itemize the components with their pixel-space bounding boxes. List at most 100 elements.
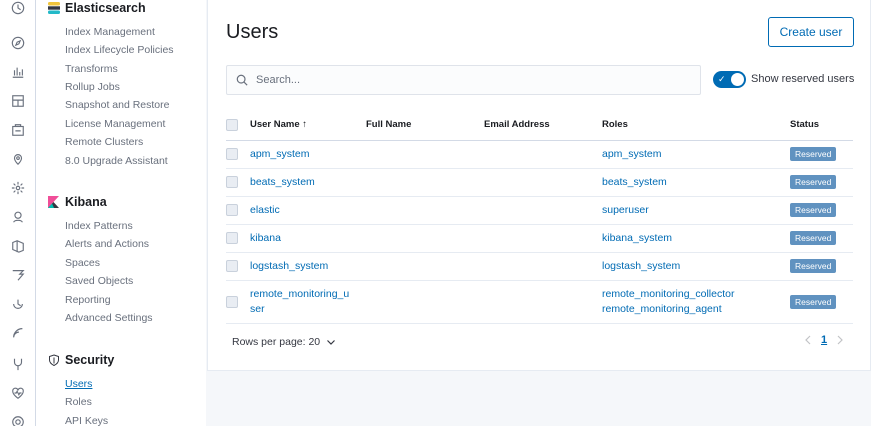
- sort-ascending-icon: ↑: [302, 119, 308, 131]
- page-title: Users: [226, 21, 279, 43]
- role-link[interactable]: superuser: [602, 203, 790, 218]
- nav-item-users[interactable]: Users: [65, 378, 92, 390]
- users-panel: Users Create user ✓ Show reserved users …: [207, 0, 871, 371]
- column-header-fullname[interactable]: Full Name: [366, 110, 484, 141]
- fullname-cell: [366, 140, 484, 169]
- management-sidenav: Elasticsearch Index Management Index Lif…: [36, 0, 206, 426]
- logs-icon[interactable]: [11, 268, 25, 282]
- compass-icon[interactable]: [11, 36, 25, 50]
- machine-learning-icon[interactable]: [11, 181, 25, 195]
- fullname-cell: [366, 196, 484, 225]
- status-badge: Reserved: [790, 203, 837, 217]
- siem-icon[interactable]: [11, 326, 25, 340]
- nav-item-roles[interactable]: Roles: [65, 396, 92, 408]
- row-checkbox[interactable]: [226, 260, 238, 272]
- email-cell: [484, 140, 602, 169]
- role-link[interactable]: beats_system: [602, 175, 790, 190]
- uptime-icon[interactable]: [11, 297, 25, 311]
- nav-item-license-management[interactable]: License Management: [65, 118, 165, 130]
- dashboard-icon[interactable]: [11, 94, 25, 108]
- status-badge: Reserved: [790, 294, 837, 309]
- nav-item-alerts-and-actions[interactable]: Alerts and Actions: [65, 238, 149, 250]
- clock-icon[interactable]: [11, 1, 25, 15]
- nav-item-api-keys[interactable]: API Keys: [65, 415, 108, 426]
- row-checkbox[interactable]: [226, 204, 238, 216]
- create-user-button[interactable]: Create user: [768, 17, 854, 47]
- fullname-cell: [366, 252, 484, 281]
- pagination: 1: [803, 334, 845, 346]
- username-link[interactable]: apm_system: [250, 148, 310, 160]
- nav-item-spaces[interactable]: Spaces: [65, 257, 100, 269]
- username-link[interactable]: kibana: [250, 232, 281, 244]
- username-link[interactable]: elastic: [250, 204, 280, 216]
- management-icon[interactable]: [11, 415, 25, 426]
- nav-item-reporting[interactable]: Reporting: [65, 294, 111, 306]
- row-checkbox[interactable]: [226, 295, 238, 308]
- role-link[interactable]: apm_system: [602, 147, 790, 162]
- nav-item-snapshot-and-restore[interactable]: Snapshot and Restore: [65, 99, 170, 111]
- dev-tools-icon[interactable]: [11, 357, 25, 371]
- bar-chart-icon[interactable]: [11, 65, 25, 79]
- role-link[interactable]: remote_monitoring_collector: [602, 287, 790, 302]
- email-cell: [484, 196, 602, 225]
- nav-item-upgrade-assistant[interactable]: 8.0 Upgrade Assistant: [65, 155, 168, 167]
- fullname-cell: [366, 168, 484, 197]
- nav-group-kibana: Kibana: [48, 195, 107, 209]
- role-link[interactable]: remote_monitoring_agent: [602, 302, 790, 317]
- maps-icon[interactable]: [11, 152, 25, 166]
- fullname-cell: [366, 224, 484, 253]
- rows-per-page-selector[interactable]: Rows per page: 20: [232, 336, 336, 348]
- row-checkbox[interactable]: [226, 176, 238, 188]
- nav-item-transforms[interactable]: Transforms: [65, 63, 118, 75]
- username-link[interactable]: beats_system: [250, 176, 315, 188]
- email-cell: [484, 280, 602, 324]
- nav-item-rollup-jobs[interactable]: Rollup Jobs: [65, 81, 120, 93]
- email-cell: [484, 168, 602, 197]
- column-header-username[interactable]: User Name ↑: [250, 110, 366, 141]
- nav-item-index-management[interactable]: Index Management: [65, 26, 155, 38]
- nav-item-advanced-settings[interactable]: Advanced Settings: [65, 312, 153, 324]
- nav-item-remote-clusters[interactable]: Remote Clusters: [65, 136, 143, 148]
- table-row: apm_system apm_system Reserved: [226, 140, 853, 169]
- chevron-right-icon[interactable]: [835, 334, 845, 346]
- search-icon: [236, 74, 248, 86]
- status-badge: Reserved: [790, 175, 837, 189]
- status-badge: Reserved: [790, 147, 837, 161]
- nav-item-saved-objects[interactable]: Saved Objects: [65, 275, 133, 287]
- table-row: logstash_system logstash_system Reserved: [226, 252, 853, 281]
- select-all-checkbox[interactable]: [226, 118, 238, 131]
- chevron-left-icon[interactable]: [803, 334, 813, 346]
- table-row: remote_monitoring_u ser remote_monitorin…: [226, 280, 853, 324]
- role-link[interactable]: logstash_system: [602, 259, 790, 274]
- nav-item-index-lifecycle-policies[interactable]: Index Lifecycle Policies: [65, 44, 174, 56]
- username-link[interactable]: logstash_system: [250, 260, 328, 272]
- nav-group-title: Elasticsearch: [65, 1, 146, 15]
- users-table: User Name ↑ Full Name Email Address Role…: [226, 110, 853, 324]
- apm-icon[interactable]: [11, 239, 25, 253]
- page-number-button[interactable]: 1: [821, 334, 827, 346]
- column-header-email[interactable]: Email Address: [484, 110, 602, 141]
- status-badge: Reserved: [790, 231, 837, 245]
- username-link[interactable]: remote_monitoring_u ser: [250, 287, 355, 317]
- toggle-label: Show reserved users: [751, 73, 855, 85]
- shield-icon: [48, 354, 60, 367]
- row-checkbox[interactable]: [226, 148, 238, 160]
- graph-icon[interactable]: [11, 210, 25, 224]
- table-header-row: User Name ↑ Full Name Email Address Role…: [226, 110, 853, 141]
- fullname-cell: [366, 280, 484, 324]
- column-header-label: User Name: [250, 119, 300, 131]
- nav-group-title: Kibana: [65, 195, 107, 209]
- nav-item-index-patterns[interactable]: Index Patterns: [65, 220, 133, 232]
- row-checkbox[interactable]: [226, 232, 238, 244]
- show-reserved-users-toggle[interactable]: ✓: [713, 71, 746, 88]
- canvas-icon[interactable]: [11, 123, 25, 137]
- role-link[interactable]: kibana_system: [602, 231, 790, 246]
- table-row: elastic superuser Reserved: [226, 196, 853, 225]
- nav-group-elasticsearch: Elasticsearch: [48, 1, 146, 15]
- search-box[interactable]: [226, 65, 701, 95]
- search-input[interactable]: [256, 74, 676, 86]
- table-row: beats_system beats_system Reserved: [226, 168, 853, 197]
- chevron-down-icon: [327, 340, 336, 345]
- nav-group-title: Security: [65, 353, 115, 367]
- stack-monitoring-icon[interactable]: [11, 386, 25, 400]
